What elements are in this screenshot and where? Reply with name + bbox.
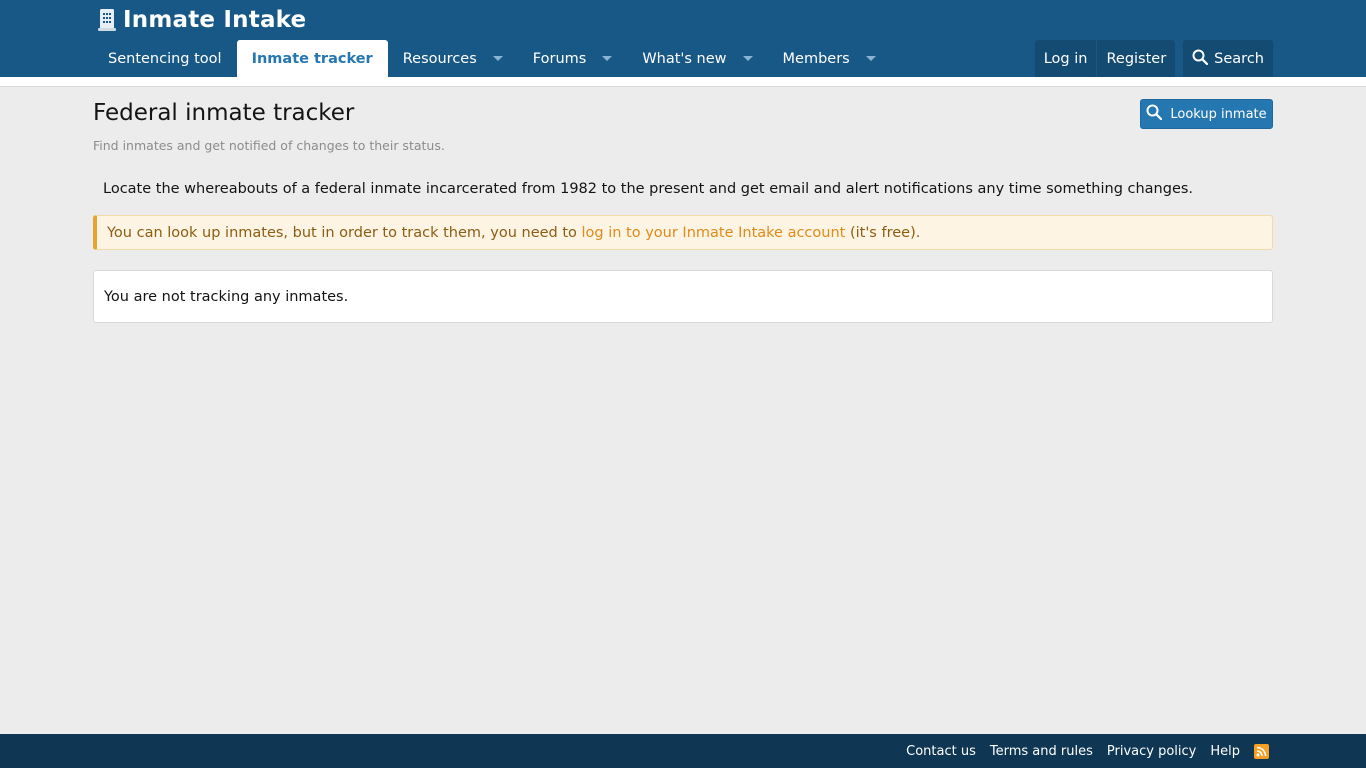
tab-members[interactable]: Members: [768, 40, 891, 77]
tab-inmate-tracker[interactable]: Inmate tracker: [236, 40, 388, 77]
empty-message: You are not tracking any inmates.: [104, 288, 349, 305]
footer-link-privacy[interactable]: Privacy policy: [1107, 744, 1196, 759]
tab-label: What's new: [642, 50, 727, 67]
notice-text-before: You can look up inmates, but in order to…: [107, 224, 582, 241]
tab-resources[interactable]: Resources: [388, 40, 518, 77]
tab-label: Inmate tracker: [251, 50, 373, 67]
site-header: Inmate Intake Sentencing tool Inmate tra…: [0, 0, 1366, 77]
register-button[interactable]: Register: [1096, 40, 1175, 77]
login-notice: You can look up inmates, but in order to…: [93, 215, 1273, 250]
tab-label: Members: [782, 50, 850, 67]
rss-icon[interactable]: [1254, 743, 1269, 759]
search-icon: [1192, 49, 1209, 69]
building-icon: [97, 7, 117, 33]
site-logo[interactable]: Inmate Intake: [97, 6, 306, 34]
site-footer: Contact us Terms and rules Privacy polic…: [0, 734, 1366, 768]
login-button[interactable]: Log in: [1035, 40, 1097, 77]
footer-link-terms[interactable]: Terms and rules: [990, 744, 1093, 759]
tracked-inmates-block: You are not tracking any inmates.: [93, 270, 1273, 323]
footer-links: Contact us Terms and rules Privacy polic…: [906, 734, 1269, 768]
search-label: Search: [1214, 50, 1264, 67]
lookup-inmate-button[interactable]: Lookup inmate: [1140, 99, 1273, 129]
tab-label: Sentencing tool: [108, 50, 222, 67]
tab-sentencing-tool[interactable]: Sentencing tool: [93, 40, 237, 77]
footer-link-contact[interactable]: Contact us: [906, 744, 976, 759]
search-group: Search: [1183, 40, 1273, 77]
auth-group: Log in Register: [1034, 40, 1176, 77]
main-nav: Sentencing tool Inmate tracker Resources…: [93, 40, 891, 77]
chevron-down-icon[interactable]: [602, 56, 613, 61]
page-description: Find inmates and get notified of changes…: [93, 138, 445, 153]
intro-text: Locate the whereabouts of a federal inma…: [103, 181, 1194, 197]
lookup-inmate-label: Lookup inmate: [1170, 106, 1267, 122]
tab-whats-new[interactable]: What's new: [627, 40, 767, 77]
chevron-down-icon[interactable]: [742, 56, 753, 61]
page-title: Federal inmate tracker: [93, 100, 355, 126]
login-link[interactable]: log in to your Inmate Intake account: [582, 225, 846, 241]
site-name: Inmate Intake: [123, 7, 307, 33]
search-button[interactable]: Search: [1183, 40, 1273, 77]
chevron-down-icon[interactable]: [865, 56, 876, 61]
tab-label: Forums: [532, 50, 587, 67]
notice-text-after: (it's free).: [845, 224, 921, 241]
chevron-down-icon[interactable]: [492, 56, 503, 61]
footer-link-help[interactable]: Help: [1210, 744, 1240, 759]
search-icon: [1146, 104, 1163, 124]
tab-label: Resources: [402, 50, 477, 67]
tab-forums[interactable]: Forums: [518, 40, 628, 77]
account-nav: Log in Register Search: [1034, 40, 1273, 77]
sub-navigation-bar: [0, 77, 1366, 87]
